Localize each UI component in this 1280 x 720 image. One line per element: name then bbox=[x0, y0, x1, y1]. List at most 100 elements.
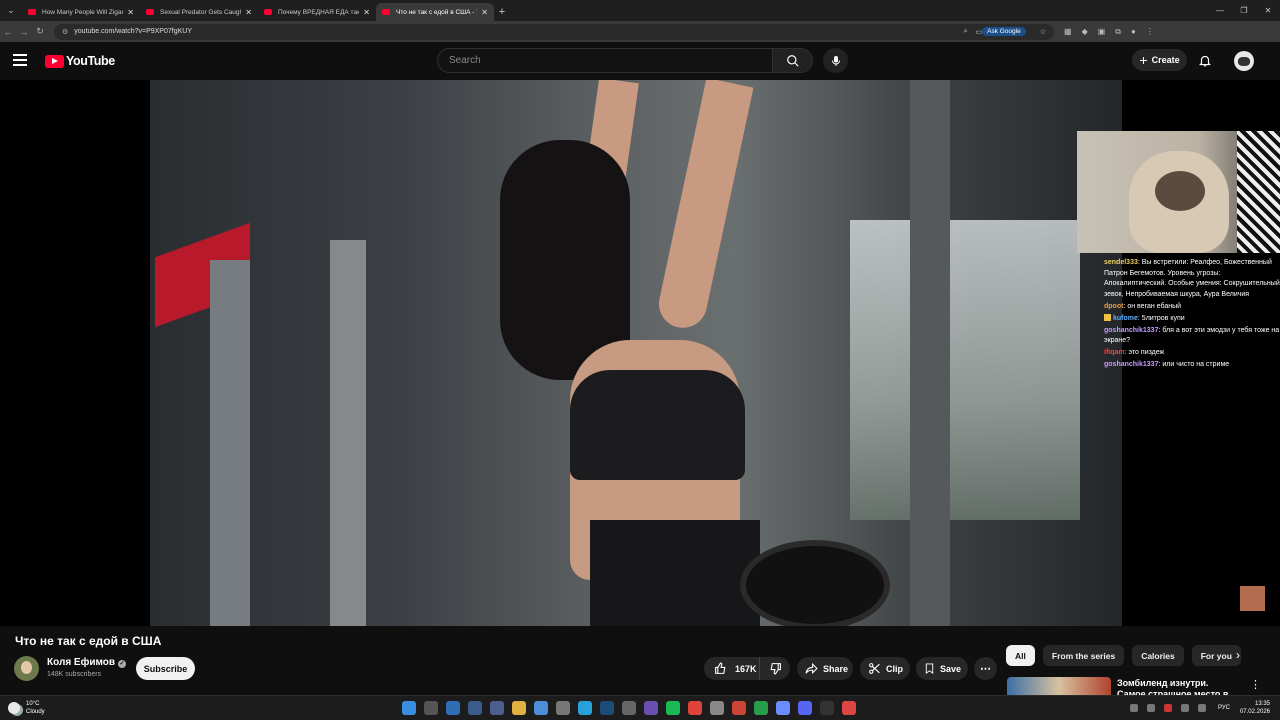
subscribe-button[interactable]: Subscribe bbox=[136, 657, 195, 680]
search-button[interactable] bbox=[773, 48, 813, 73]
dislike-button[interactable] bbox=[760, 662, 790, 675]
calendar-icon[interactable] bbox=[556, 701, 570, 715]
chevron-right-icon[interactable]: › bbox=[1236, 648, 1240, 662]
recommended-video-thumbnail[interactable] bbox=[1007, 677, 1111, 695]
clip-button[interactable]: Clip bbox=[860, 657, 910, 680]
url-text[interactable]: youtube.com/watch?v=P9XP07fgKUY bbox=[74, 28, 955, 35]
chip-all[interactable]: All bbox=[1006, 645, 1035, 666]
tab-search-icon[interactable]: ⌄ bbox=[0, 0, 22, 21]
window-controls: — ❐ ✕ bbox=[1208, 0, 1280, 21]
browser-menu-icon[interactable]: ⋮ bbox=[1146, 27, 1154, 36]
microphone-icon bbox=[831, 55, 840, 66]
weight-plate bbox=[740, 540, 890, 626]
menu-icon[interactable] bbox=[13, 54, 27, 66]
back-icon[interactable]: ← bbox=[0, 27, 16, 37]
close-tab-icon[interactable]: ✕ bbox=[245, 8, 252, 17]
browser-tab-2[interactable]: Sexual Predator Gets Caught ✕ bbox=[140, 3, 258, 21]
extensions-puzzle-icon[interactable]: ⧉ bbox=[1115, 27, 1121, 37]
browser-tab-1[interactable]: How Many People Will Zigant ✕ bbox=[22, 3, 140, 21]
discord-icon[interactable] bbox=[798, 701, 812, 715]
youtube-favicon-icon bbox=[146, 9, 154, 15]
sports-top bbox=[570, 370, 745, 480]
tray-app-icon[interactable] bbox=[1163, 704, 1172, 712]
clock[interactable]: 13:35 07.02.2026 bbox=[1240, 700, 1270, 716]
maximize-icon[interactable]: ❐ bbox=[1232, 6, 1256, 15]
verified-check-icon: ✓ bbox=[118, 660, 127, 668]
bookmark-star-icon[interactable]: ☆ bbox=[1040, 28, 1046, 36]
video-title: Что не так с едой в США bbox=[15, 634, 162, 648]
volume-icon[interactable] bbox=[1197, 704, 1206, 712]
mail-icon[interactable] bbox=[534, 701, 548, 715]
create-label: Create bbox=[1151, 55, 1180, 65]
app-icon[interactable] bbox=[776, 701, 790, 715]
chip-calories[interactable]: Calories bbox=[1132, 645, 1184, 666]
recommended-video-title[interactable]: Зомбиленд изнутри. Самое страшное место … bbox=[1117, 678, 1237, 696]
chip-for-you[interactable]: For you bbox=[1191, 645, 1241, 666]
browser-tab-4-active[interactable]: Что не так с едой в США - You ✕ bbox=[376, 3, 494, 21]
steam-icon[interactable] bbox=[600, 701, 614, 715]
account-avatar[interactable] bbox=[1234, 51, 1254, 71]
chat-badge-icon bbox=[1104, 313, 1111, 321]
tab-title: How Many People Will Zigant bbox=[42, 8, 124, 16]
settings-icon[interactable] bbox=[622, 701, 636, 715]
voice-search-button[interactable] bbox=[823, 48, 848, 73]
browser-tab-3[interactable]: Почему ВРЕДНАЯ ЕДА такая ✕ bbox=[258, 3, 376, 21]
minimize-icon[interactable]: — bbox=[1208, 6, 1232, 15]
file-explorer-icon[interactable] bbox=[512, 701, 526, 715]
youtube-favicon-icon bbox=[382, 9, 390, 15]
app-icon[interactable] bbox=[732, 701, 746, 715]
temperature: 10°C bbox=[26, 701, 40, 707]
create-button[interactable]: + Create bbox=[1132, 49, 1187, 71]
app-icon[interactable] bbox=[754, 701, 768, 715]
close-tab-icon[interactable]: ✕ bbox=[481, 8, 488, 17]
video-player[interactable] bbox=[150, 80, 1122, 626]
extension-icon[interactable]: ▣ bbox=[1098, 27, 1106, 36]
youtube-logo[interactable]: YouTube bbox=[45, 54, 115, 68]
profile-icon[interactable]: ● bbox=[1131, 27, 1136, 36]
overlay-avatar bbox=[1240, 586, 1265, 611]
keyboard-language[interactable]: РУС bbox=[1218, 705, 1230, 711]
tray-chevron-icon[interactable] bbox=[1129, 704, 1138, 712]
ask-google-button[interactable]: Ask Google bbox=[982, 27, 1026, 36]
forward-icon[interactable]: → bbox=[16, 27, 32, 37]
extension-icon[interactable]: ▦ bbox=[1064, 27, 1072, 36]
chrome-icon[interactable] bbox=[688, 701, 702, 715]
terminal-icon[interactable] bbox=[490, 701, 504, 715]
app-icon[interactable] bbox=[644, 701, 658, 715]
more-actions-icon[interactable]: ⋯ bbox=[974, 657, 997, 680]
channel-avatar[interactable] bbox=[14, 656, 39, 681]
save-button[interactable]: Save bbox=[916, 657, 968, 680]
extension-icon[interactable]: ◆ bbox=[1082, 27, 1088, 36]
channel-name[interactable]: Коля Ефимов ✓ bbox=[47, 657, 127, 668]
wifi-icon[interactable] bbox=[1180, 704, 1189, 712]
more-vert-icon[interactable]: ⋮ bbox=[1250, 678, 1261, 691]
search-input[interactable] bbox=[437, 48, 773, 73]
app-icon[interactable] bbox=[710, 701, 724, 715]
youtube-favicon-icon bbox=[28, 9, 36, 15]
windows-start-icon[interactable] bbox=[402, 701, 416, 715]
cat-face bbox=[1155, 171, 1205, 211]
app-icon[interactable] bbox=[820, 701, 834, 715]
address-bar-row: ← → ↻ ⚙ youtube.com/watch?v=P9XP07fgKUY … bbox=[0, 21, 1280, 42]
chip-from-the-series[interactable]: From the series bbox=[1042, 645, 1125, 666]
url-bar[interactable]: ⚙ youtube.com/watch?v=P9XP07fgKUY ⌕ ▭ As… bbox=[54, 23, 1054, 40]
notifications-bell-icon[interactable] bbox=[1198, 53, 1212, 73]
site-info-icon[interactable]: ⚙ bbox=[62, 28, 68, 36]
search-icon[interactable] bbox=[424, 701, 438, 715]
itunes-icon[interactable] bbox=[842, 701, 856, 715]
task-view-icon[interactable] bbox=[446, 701, 460, 715]
close-window-icon[interactable]: ✕ bbox=[1256, 6, 1280, 15]
zoom-icon[interactable]: ⌕ bbox=[964, 28, 968, 36]
telegram-icon[interactable] bbox=[578, 701, 592, 715]
weather-widget[interactable]: 10°C Cloudy bbox=[8, 700, 45, 716]
tray-app-icon[interactable] bbox=[1146, 704, 1155, 712]
like-button[interactable]: 167K bbox=[704, 657, 760, 680]
spotify-icon[interactable] bbox=[666, 701, 680, 715]
share-button[interactable]: Share bbox=[797, 657, 853, 680]
reload-icon[interactable]: ↻ bbox=[32, 26, 48, 37]
cast-icon[interactable]: ▭ bbox=[975, 28, 982, 36]
close-tab-icon[interactable]: ✕ bbox=[127, 8, 134, 17]
close-tab-icon[interactable]: ✕ bbox=[363, 8, 370, 17]
app-icon[interactable] bbox=[468, 701, 482, 715]
new-tab-icon[interactable]: + bbox=[494, 3, 510, 21]
